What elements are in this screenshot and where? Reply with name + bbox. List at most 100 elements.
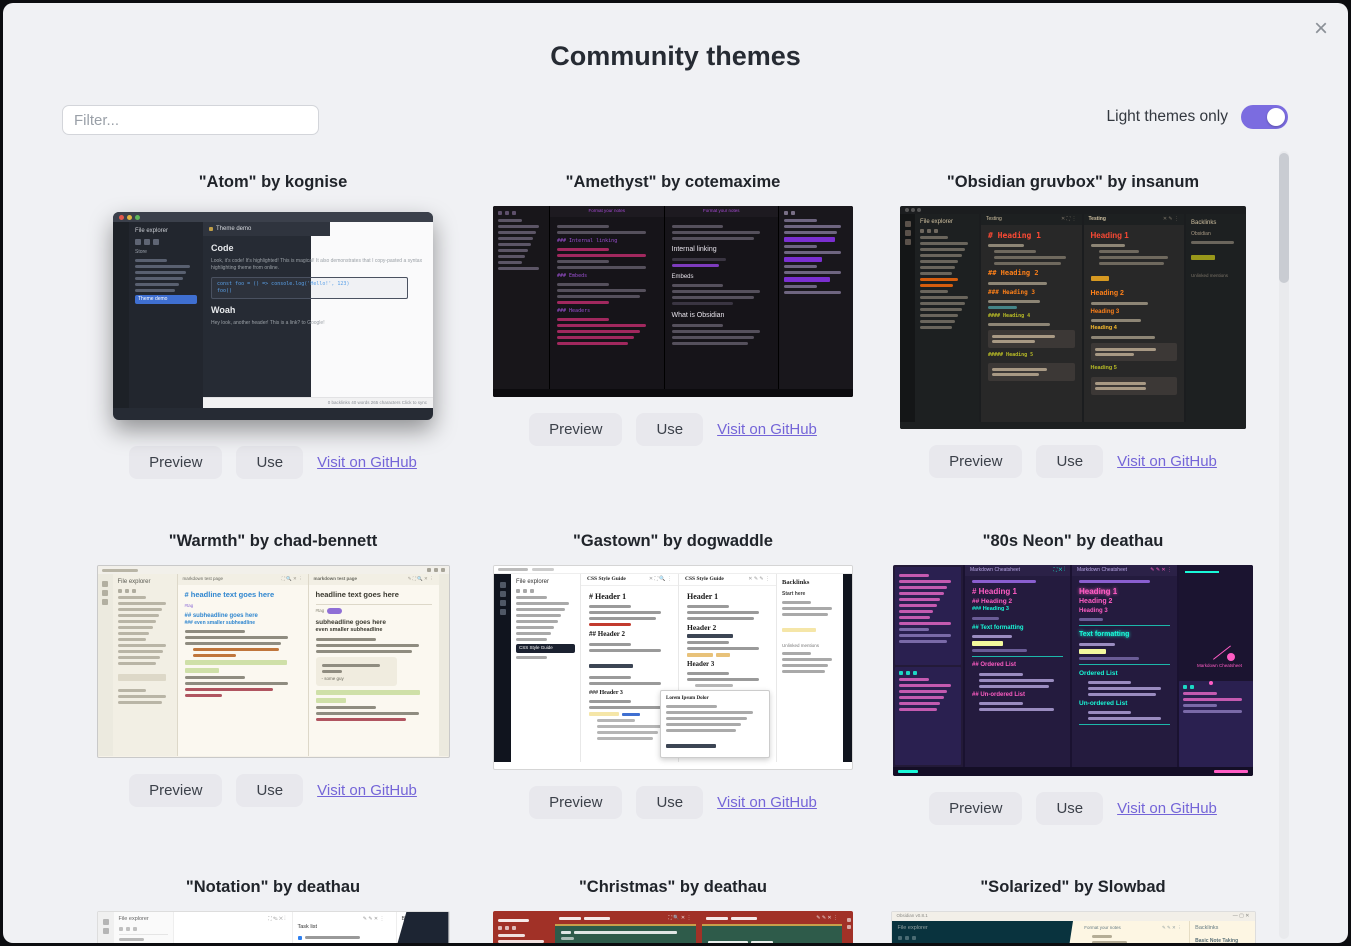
mock-preview: Format your notes ✎ ✎ ✕ ⋮ Images <box>1080 921 1185 943</box>
note-icon <box>209 227 213 232</box>
text-line <box>498 231 537 234</box>
text-line <box>972 635 1013 639</box>
mock-statusbar <box>493 389 853 397</box>
text-line <box>687 646 760 650</box>
close-icon <box>440 568 445 572</box>
use-button[interactable]: Use <box>636 786 704 819</box>
text-line <box>695 684 733 688</box>
scrollbar-track[interactable] <box>1279 151 1289 939</box>
text-line <box>192 654 236 658</box>
mock-tab: ✎ ✎ ✕ ⋮ <box>702 913 843 924</box>
mock-code-lines <box>557 301 657 304</box>
preview-button[interactable]: Preview <box>129 774 223 807</box>
text-line <box>1094 386 1147 390</box>
github-link[interactable]: Visit on GitHub <box>317 454 417 471</box>
mock-tab-title <box>559 917 610 920</box>
github-link[interactable]: Visit on GitHub <box>717 794 817 811</box>
mock-panel-title: Backlinks <box>1195 925 1219 931</box>
text-line <box>557 289 646 292</box>
mock-file-list <box>899 678 957 711</box>
text-line <box>899 616 930 619</box>
use-button[interactable]: Use <box>1036 792 1104 825</box>
text-line <box>498 261 523 264</box>
theme-thumbnail-notation: File explorer ⛶ ✎ ✕ ⋮ Format your notes <box>96 911 450 943</box>
preview-button[interactable]: Preview <box>529 413 623 446</box>
text-line <box>920 296 969 300</box>
text-line <box>498 237 534 240</box>
mock-file-list <box>498 934 550 943</box>
mock-list <box>589 719 670 741</box>
mock-note-content: Code Look, it's code! It's highlighted! … <box>203 236 433 332</box>
mock-editor: Testing ✕ ⛶ ⋮ # Heading 1 ## Heading 2 ##… <box>979 214 1082 422</box>
theme-card-title: "Notation" by deathau <box>185 878 361 896</box>
text-line <box>557 225 609 228</box>
text-line <box>589 605 632 609</box>
text-line <box>707 941 748 943</box>
mock-tab: Testing ✕ ⛶ ⋮ <box>981 214 1082 225</box>
mock-titlebar <box>97 566 449 574</box>
mock-divider <box>972 656 1063 658</box>
mock-sidebar <box>493 206 549 397</box>
mock-paragraph <box>784 219 848 234</box>
mock-right-panel <box>779 206 853 397</box>
use-button[interactable]: Use <box>1036 445 1104 478</box>
sort-icon <box>913 671 917 675</box>
mock-code-block <box>1090 343 1177 362</box>
text-line <box>750 941 773 943</box>
mock-file-list <box>498 219 544 270</box>
mock-heading: Heading 1 <box>1079 587 1118 596</box>
text-line <box>782 664 829 668</box>
mock-heading: ## Text formatting <box>972 624 1024 631</box>
theme-thumbnail-amethyst: Format your notes ### Internal linking #… <box>493 206 853 397</box>
text-line <box>574 931 677 934</box>
close-icon[interactable]: × <box>1312 15 1330 43</box>
use-button[interactable]: Use <box>636 413 704 446</box>
text-line <box>899 628 930 631</box>
github-link[interactable]: Visit on GitHub <box>1117 800 1217 817</box>
theme-card: "Solarized" by Slowbad Obsidian v0.8.1 —… <box>890 864 1256 943</box>
mock-heading: ### Header 3 <box>589 689 623 696</box>
scrollbar-thumb[interactable] <box>1279 153 1289 283</box>
text-line <box>687 605 730 609</box>
mock-divider <box>1079 625 1170 627</box>
text-line <box>1183 704 1218 707</box>
text-line <box>988 300 1040 304</box>
text-line <box>899 678 930 681</box>
new-file-icon <box>117 589 122 594</box>
preview-button[interactable]: Preview <box>929 792 1023 825</box>
preview-button[interactable]: Preview <box>929 445 1023 478</box>
mock-titlebar <box>494 566 852 574</box>
text-line <box>192 648 279 652</box>
mock-paragraph <box>589 642 670 652</box>
preview-button[interactable]: Preview <box>129 446 223 479</box>
text-line <box>1183 710 1242 713</box>
page-title: Community themes <box>550 41 801 71</box>
mock-heading: ### Heading 3 <box>972 606 1009 613</box>
github-link[interactable]: Visit on GitHub <box>717 421 817 438</box>
mock-file-list <box>118 937 168 943</box>
mock-paragraph <box>782 601 838 617</box>
mock-sidebar-icons <box>498 211 544 215</box>
text-line <box>321 663 381 667</box>
github-link[interactable]: Visit on GitHub <box>1117 453 1217 470</box>
text-line <box>118 937 144 941</box>
mock-window: File explorer Store Theme demo Theme dem… <box>113 212 433 420</box>
mock-heading: What is Obsidian <box>671 312 725 320</box>
text-line <box>994 250 1036 254</box>
mock-heading: Un-ordered List <box>1079 700 1128 708</box>
filter-input[interactable] <box>62 105 319 135</box>
preview-button[interactable]: Preview <box>529 786 623 819</box>
text-line <box>1079 618 1103 622</box>
text-line <box>920 272 952 276</box>
mock-note-content: # Heading 1 ## Heading 2 ### Heading 3 #… <box>965 576 1070 718</box>
mock-tab: Testing ✕ ✎ ⋮ <box>1083 214 1184 225</box>
light-themes-toggle[interactable] <box>1241 105 1288 129</box>
text-line <box>920 248 965 252</box>
use-button[interactable]: Use <box>236 446 304 479</box>
text-line <box>784 219 818 222</box>
text-line <box>671 302 734 306</box>
mock-tab: Theme demo <box>203 222 330 237</box>
use-button[interactable]: Use <box>236 774 304 807</box>
mock-statusbar: 0 backlinks 40 words 265 characters Clic… <box>203 396 433 408</box>
github-link[interactable]: Visit on GitHub <box>317 782 417 799</box>
